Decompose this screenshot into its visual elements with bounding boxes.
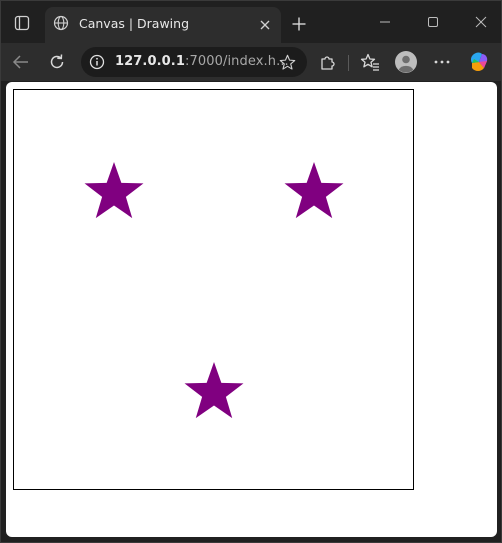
copilot-button[interactable] [465,48,493,76]
reload-icon [50,54,64,69]
tab-actions-button[interactable] [9,10,35,36]
avatar [395,51,417,73]
browser-window: Canvas | Drawing 127.0.0.1:7000/index.h.… [0,0,502,543]
star-shape [84,162,144,219]
page-viewport [6,82,497,537]
canvas-surface [84,162,344,419]
arrow-left-icon [12,55,28,69]
extensions-button[interactable] [314,48,342,76]
star-shape [184,362,244,419]
url-rest: :7000/index.h... [185,54,289,69]
profile-button[interactable] [392,48,420,76]
close-icon [475,16,487,28]
url-text: 127.0.0.1:7000/index.h... [115,54,289,69]
settings-menu-button[interactable] [428,48,456,76]
more-icon [434,60,450,64]
star-outline-icon[interactable] [275,50,299,74]
globe-icon [52,14,70,32]
toolbar-separator [348,55,349,71]
star-shape [284,162,344,219]
puzzle-icon [321,56,335,70]
maximize-button[interactable] [419,9,447,35]
tab-actions-icon [14,15,30,31]
tab-active[interactable]: Canvas | Drawing [45,7,281,43]
close-window-button[interactable] [467,9,495,35]
drawing-canvas[interactable] [13,89,414,490]
close-icon[interactable] [255,15,275,35]
tab-strip: Canvas | Drawing [1,1,501,43]
url-host: 127.0.0.1 [115,54,185,69]
favorites-icon [360,53,379,71]
maximize-icon [428,17,438,27]
favorites-button[interactable] [356,48,384,76]
copilot-icon [470,52,488,71]
back-button[interactable] [7,48,35,76]
plus-icon [292,17,306,31]
minimize-icon [380,21,390,23]
address-bar[interactable]: 127.0.0.1:7000/index.h... [81,47,307,77]
toolbar: 127.0.0.1:7000/index.h... [1,43,501,81]
info-icon[interactable] [88,53,106,71]
reload-button[interactable] [43,48,71,76]
minimize-button[interactable] [371,9,399,35]
new-tab-button[interactable] [287,12,311,36]
tab-title: Canvas | Drawing [79,16,190,31]
